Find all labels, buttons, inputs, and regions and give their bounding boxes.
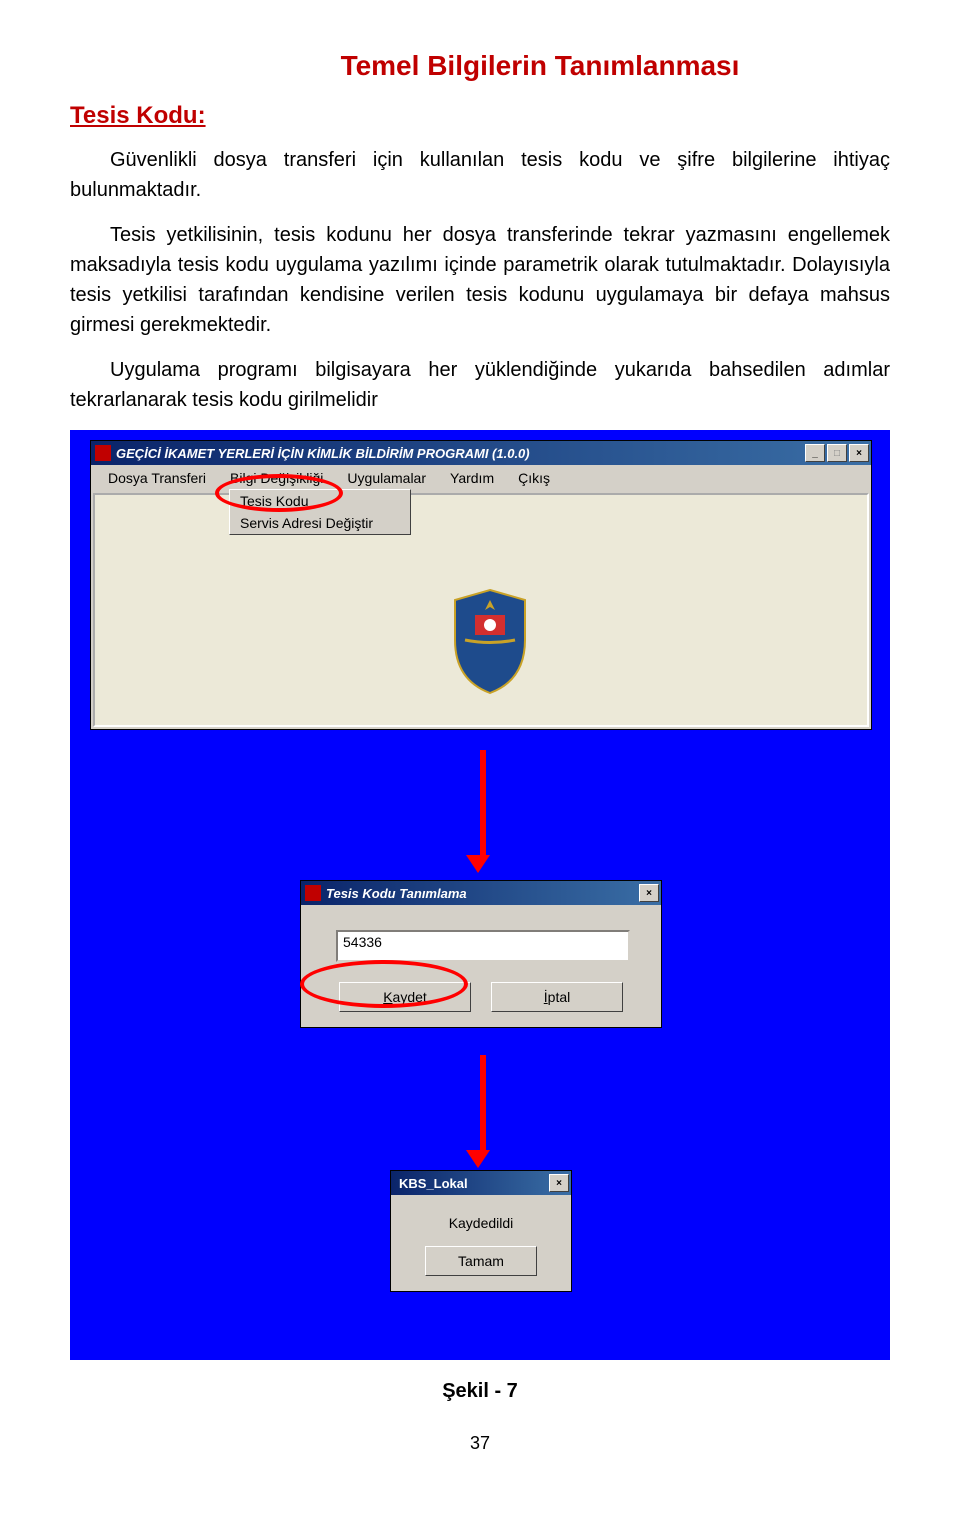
menu-cikis[interactable]: Çıkış [506, 468, 562, 488]
maximize-button[interactable]: □ [827, 444, 847, 462]
menu-uygulamalar[interactable]: Uygulamalar [335, 468, 438, 488]
window-title: GEÇİCİ İKAMET YERLERİ İÇİN KİMLİK BİLDİR… [116, 446, 530, 461]
confirmation-dialog: KBS_Lokal × Kaydedildi Tamam [390, 1170, 572, 1292]
msgbox-message: Kaydedildi [401, 1215, 561, 1231]
msgbox-titlebar: KBS_Lokal × [391, 1171, 571, 1195]
dialog-title: Tesis Kodu Tanımlama [326, 886, 467, 901]
jandarma-logo [445, 585, 535, 695]
menu-item-servis-adresi[interactable]: Servis Adresi Değiştir [230, 512, 410, 534]
tesis-kodu-input[interactable]: 54336 [336, 930, 630, 962]
app-window: GEÇİCİ İKAMET YERLERİ İÇİN KİMLİK BİLDİR… [90, 440, 872, 730]
msgbox-title: KBS_Lokal [399, 1176, 468, 1191]
minimize-button[interactable]: _ [805, 444, 825, 462]
content-area [93, 493, 869, 727]
paragraph-2: Tesis yetkilisinin, tesis kodunu her dos… [70, 220, 890, 340]
dialog-titlebar: Tesis Kodu Tanımlama × [301, 881, 661, 905]
app-icon [95, 445, 111, 461]
blue-overlay-rect [465, 1044, 495, 1054]
tamam-button[interactable]: Tamam [425, 1246, 537, 1276]
page-title: Temel Bilgilerin Tanımlanması [190, 50, 890, 82]
dialog-icon [305, 885, 321, 901]
dialog-close-button[interactable]: × [639, 884, 659, 902]
paragraph-1: Güvenlikli dosya transferi için kullanıl… [70, 145, 890, 205]
msgbox-close-button[interactable]: × [549, 1174, 569, 1192]
menu-dosya-transferi[interactable]: Dosya Transferi [96, 468, 218, 488]
figure-area: GEÇİCİ İKAMET YERLERİ İÇİN KİMLİK BİLDİR… [70, 430, 890, 1360]
menubar: Dosya Transferi Bilgi Değişikliği Uygula… [91, 465, 871, 491]
paragraph-3: Uygulama programı bilgisayara her yüklen… [70, 355, 890, 415]
figure-caption: Şekil - 7 [70, 1380, 890, 1403]
titlebar: GEÇİCİ İKAMET YERLERİ İÇİN KİMLİK BİLDİR… [91, 441, 871, 465]
arrow-down-1 [475, 750, 490, 873]
highlight-ellipse-1 [215, 474, 343, 512]
arrow-down-2 [475, 1055, 490, 1168]
menu-yardim[interactable]: Yardım [438, 468, 506, 488]
highlight-ellipse-2 [300, 960, 468, 1008]
section-label: Tesis Kodu: [70, 102, 890, 130]
close-button[interactable]: × [849, 444, 869, 462]
page-number: 37 [70, 1433, 890, 1454]
iptal-button[interactable]: İptal [491, 982, 623, 1012]
